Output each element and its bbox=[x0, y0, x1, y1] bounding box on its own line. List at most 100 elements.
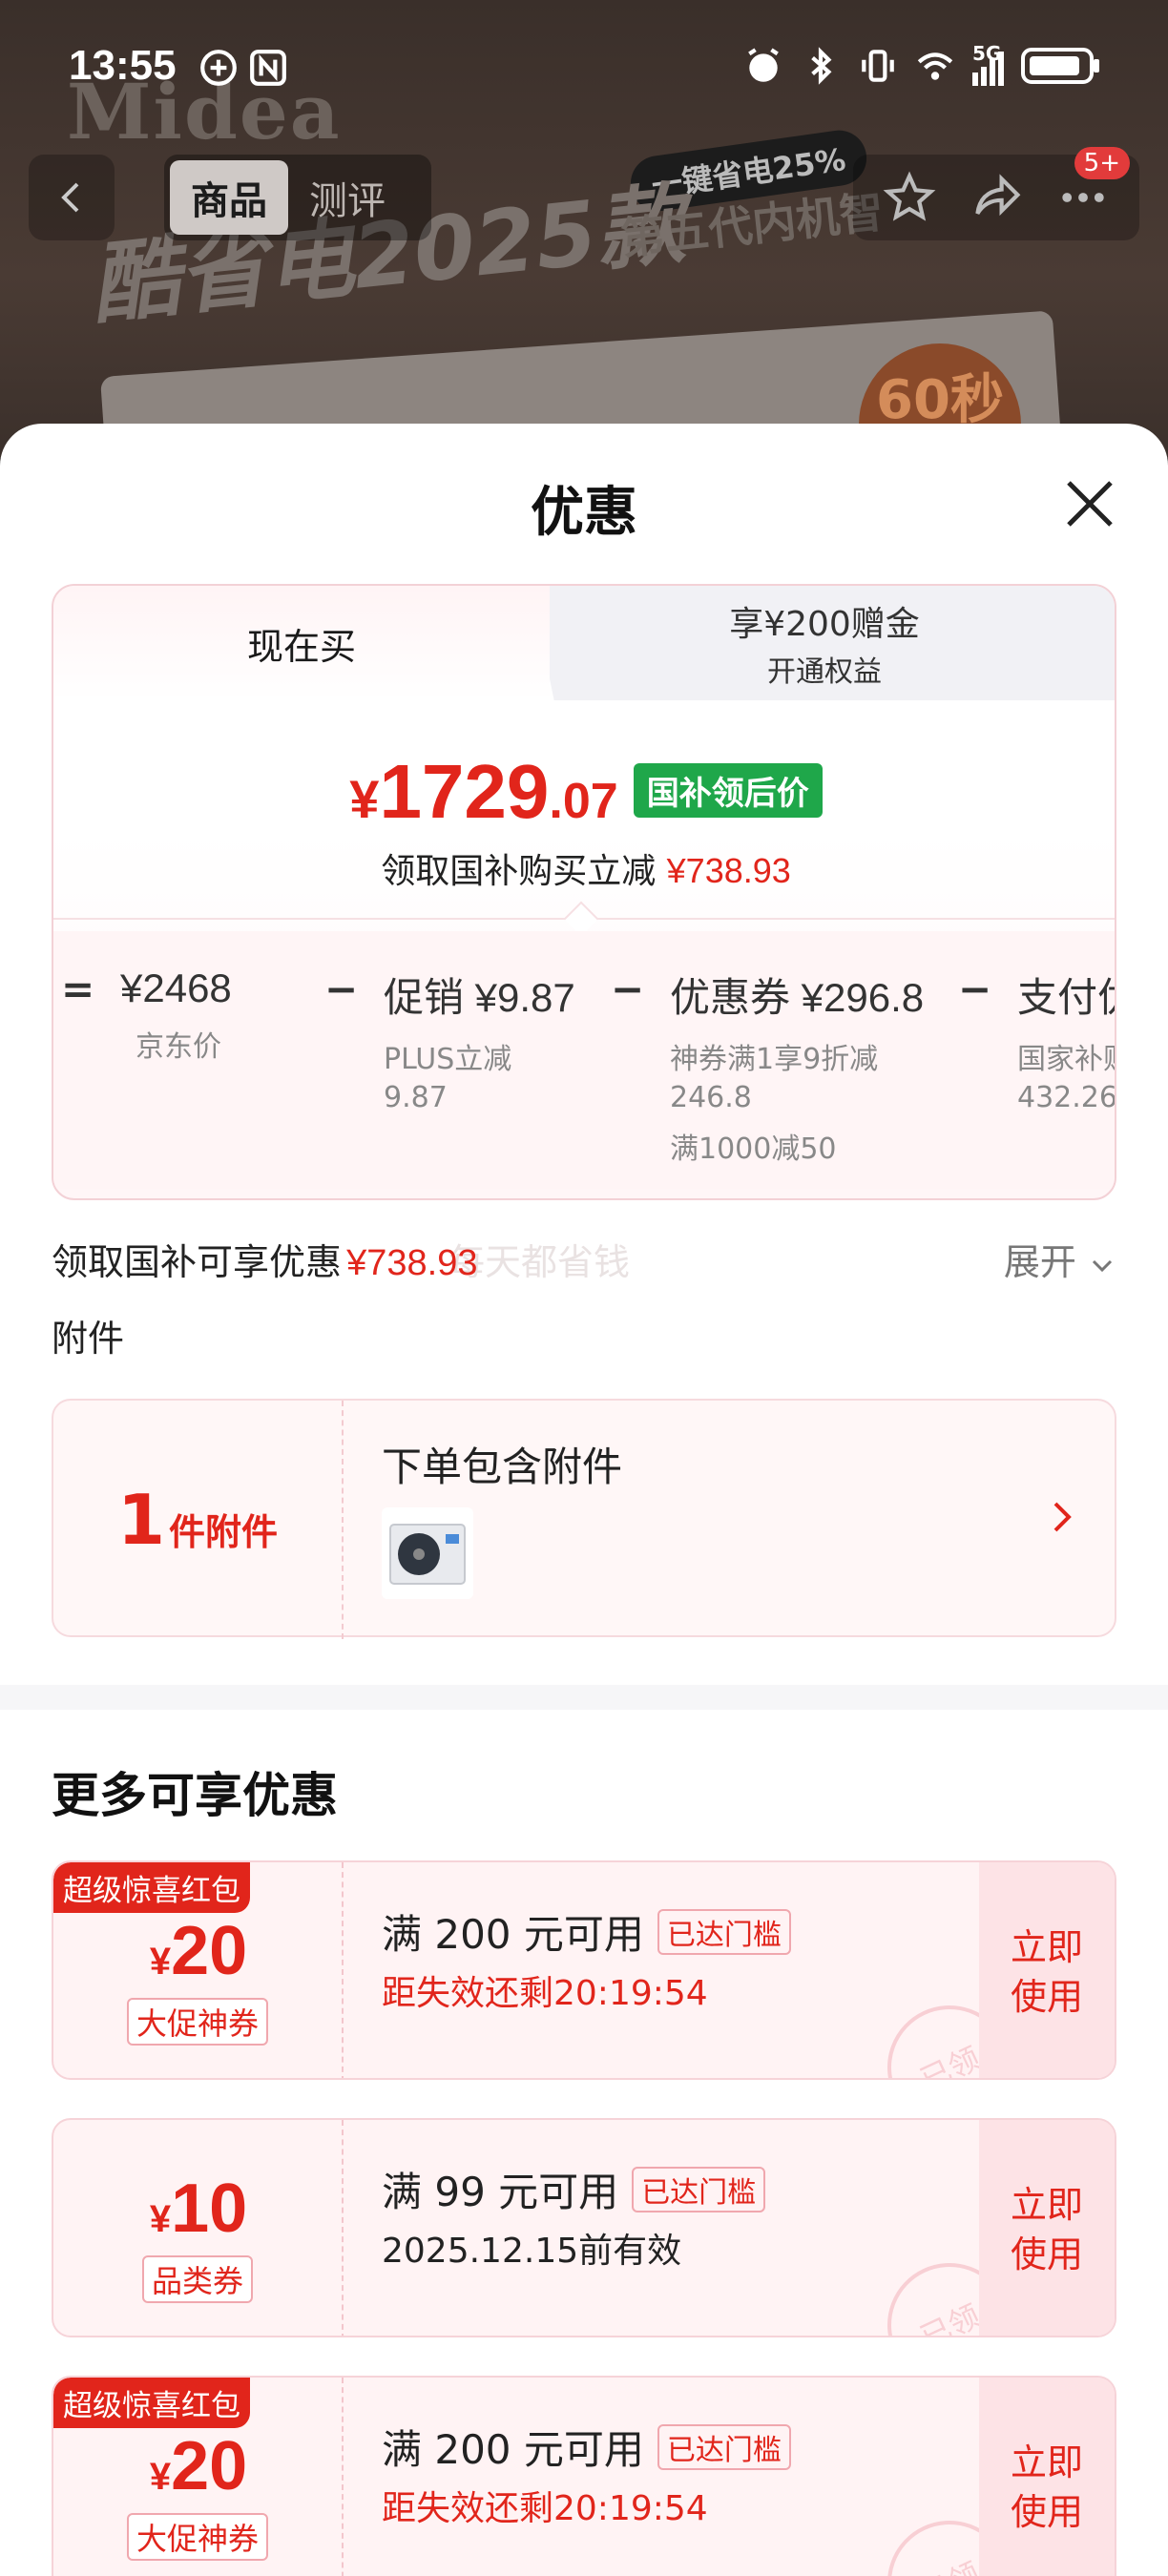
section-divider bbox=[0, 1685, 1168, 1710]
top-nav: 商品 测评 5+ bbox=[0, 147, 1168, 240]
attachment-count-unit: 件附件 bbox=[169, 1510, 279, 1553]
breakdown-desc: PLUS立减 9.87 bbox=[384, 1043, 512, 1114]
expand-label: 展开 bbox=[1003, 1241, 1076, 1283]
attachment-card[interactable]: 1 件附件 下单包含附件 bbox=[52, 1399, 1116, 1639]
coupon-kind: 大促神券 bbox=[126, 2513, 269, 2561]
coupon-value: 20 bbox=[171, 1913, 248, 1989]
use-now-label: 立即使用 bbox=[1010, 2184, 1083, 2275]
star-icon[interactable] bbox=[883, 171, 936, 224]
wifi-icon bbox=[917, 52, 953, 80]
breakdown-item-promotion: 促销 ¥9.87 PLUS立减 9.87 bbox=[334, 966, 575, 1117]
nav-tabs: 商品 测评 bbox=[164, 155, 431, 240]
breakdown-desc: 神券满1享9折减 246.8 满1000减50 bbox=[670, 1043, 879, 1166]
tab-membership[interactable]: 享¥200赠金 开通权益 bbox=[531, 586, 1115, 700]
coupon-condition-text: 满 200 元可用 bbox=[382, 1911, 644, 1958]
coupon-card: ¥10 品类券 满 99 元可用 已达门槛 2025.12.15前有效 已领 立… bbox=[52, 2118, 1116, 2337]
tab-buy-now[interactable]: 现在买 bbox=[53, 586, 550, 700]
coupon-amount: ¥10 bbox=[53, 2170, 344, 2248]
bluetooth-icon bbox=[811, 47, 832, 85]
tab-membership-title: 享¥200赠金 bbox=[729, 605, 920, 644]
data-saver-icon bbox=[200, 50, 237, 86]
coupon-amount: ¥20 bbox=[53, 2427, 344, 2505]
breakdown-head: 支付优惠 bbox=[1017, 975, 1115, 1020]
cellular-signal-icon: 5G bbox=[972, 42, 1004, 86]
message-badge: 5+ bbox=[1074, 147, 1130, 179]
coupon-currency: ¥ bbox=[149, 2456, 172, 2498]
chevron-down-icon bbox=[1092, 1259, 1113, 1272]
signal-type-label: 5G bbox=[972, 42, 1002, 65]
saving-amount: ¥738.93 bbox=[346, 1243, 478, 1283]
share-icon[interactable] bbox=[970, 171, 1023, 224]
nav-actions: 5+ bbox=[853, 147, 1139, 240]
tab-product[interactable]: 商品 bbox=[170, 160, 288, 235]
use-now-label: 立即使用 bbox=[1010, 1926, 1083, 2018]
breakdown-head: 优惠券 ¥296.8 bbox=[670, 975, 925, 1020]
status-bar: 13:55 5G bbox=[0, 38, 1168, 95]
threshold-reached-badge: 已达门槛 bbox=[657, 1908, 791, 1955]
breakdown-item-coupon: 优惠券 ¥296.8 神券满1享9折减 246.8 满1000减50 bbox=[620, 966, 924, 1169]
use-now-button[interactable]: 立即使用 bbox=[979, 2120, 1115, 2336]
breakdown-head: 促销 ¥9.87 bbox=[384, 975, 575, 1020]
close-icon[interactable] bbox=[1061, 475, 1118, 532]
coupon-kind: 品类券 bbox=[141, 2255, 254, 2303]
chevron-right-icon bbox=[1053, 1502, 1072, 1532]
tab-membership-subtitle: 开通权益 bbox=[767, 655, 882, 689]
attachment-section-label: 附件 bbox=[52, 1318, 125, 1360]
coupon-kind: 大促神券 bbox=[126, 1998, 269, 2046]
vibrate-icon bbox=[862, 50, 894, 82]
price-currency: ¥ bbox=[349, 769, 380, 829]
status-time: 13:55 bbox=[69, 42, 177, 89]
coupon-condition: 满 200 元可用 已达门槛 bbox=[382, 1902, 791, 1961]
coupon-value-panel: ¥10 品类券 bbox=[53, 2120, 344, 2336]
final-price-row: ¥1729.07 国补领后价 bbox=[53, 748, 1115, 836]
coupon-value: 10 bbox=[171, 2171, 248, 2247]
back-button[interactable] bbox=[29, 155, 115, 240]
coupon-ribbon: 超级惊喜红包 bbox=[53, 2378, 250, 2428]
status-right-icons: 5G bbox=[743, 42, 1101, 86]
coupon-expiry: 2025.12.15前有效 bbox=[382, 2232, 682, 2271]
tab-review[interactable]: 测评 bbox=[288, 160, 407, 235]
coupon-value-panel: 超级惊喜红包 ¥20 大促神券 bbox=[53, 1862, 344, 2078]
discount-sheet: 优惠 享¥200赠金 开通权益 现在买 ¥1729.07 国补领后价 领取国补购… bbox=[0, 424, 1168, 2576]
threshold-reached-badge: 已达门槛 bbox=[657, 2423, 791, 2470]
coupon-expiry: 距失效还剩20:19:54 bbox=[382, 2489, 708, 2528]
attachment-title: 下单包含附件 bbox=[382, 1444, 623, 1490]
saving-label: 领取国补可享优惠 bbox=[52, 1241, 343, 1283]
use-now-button[interactable]: 立即使用 bbox=[979, 1862, 1115, 2078]
op-equals: = bbox=[61, 966, 95, 1012]
breakdown-desc: 国家补贴云 432.26 bbox=[1017, 1043, 1116, 1114]
status-left-icons bbox=[198, 48, 288, 88]
coupon-amount: ¥20 bbox=[53, 1912, 344, 1990]
threshold-reached-badge: 已达门槛 bbox=[632, 2166, 766, 2212]
attachment-count: 1 件附件 bbox=[53, 1401, 344, 1639]
breakdown-head: ¥2468 bbox=[120, 966, 232, 1010]
breakdown-desc: 京东价 bbox=[136, 1030, 221, 1064]
coupon-currency: ¥ bbox=[149, 1941, 172, 1983]
coupon-value: 20 bbox=[171, 2428, 248, 2504]
subsidy-price-tag: 国补领后价 bbox=[633, 763, 823, 818]
nfc-icon bbox=[250, 50, 286, 86]
use-now-button[interactable]: 立即使用 bbox=[979, 2378, 1115, 2576]
price-integer: 1729 bbox=[379, 749, 550, 834]
subsidy-saving-row: 领取国补可享优惠 ¥738.93 展开 bbox=[52, 1233, 1116, 1290]
final-price: ¥1729.07 bbox=[349, 748, 617, 836]
coupon-card: 超级惊喜红包 ¥20 大促神券 满 200 元可用 已达门槛 距失效还剩20:1… bbox=[52, 2376, 1116, 2576]
alarm-icon bbox=[748, 48, 779, 82]
battery-icon bbox=[1021, 48, 1099, 84]
outdoor-unit-thumbnail bbox=[382, 1507, 473, 1599]
more-discounts-title: 更多可享优惠 bbox=[52, 1768, 338, 1823]
expand-button[interactable]: 展开 bbox=[1004, 1233, 1116, 1285]
price-breakdown[interactable]: = ¥2468 京东价 − 促销 ¥9.87 PLUS立减 9.87 − 优惠券… bbox=[53, 931, 1116, 1189]
subsidy-savings-amount: ¥738.93 bbox=[666, 851, 791, 890]
price-card: 享¥200赠金 开通权益 现在买 ¥1729.07 国补领后价 领取国补购买立减… bbox=[52, 584, 1116, 1200]
sheet-title: 优惠 bbox=[531, 482, 637, 544]
coupon-condition: 满 99 元可用 已达门槛 bbox=[382, 2160, 766, 2218]
coupon-condition-text: 满 200 元可用 bbox=[382, 2426, 644, 2473]
breakdown-item-jd-price: ¥2468 京东价 bbox=[120, 966, 232, 1067]
outdoor-unit-icon bbox=[389, 1524, 466, 1585]
subsidy-savings-text: 领取国补购买立减 ¥738.93 bbox=[53, 843, 1115, 893]
coupon-card: 超级惊喜红包 ¥20 大促神券 满 200 元可用 已达门槛 距失效还剩20:1… bbox=[52, 1860, 1116, 2080]
coupon-value-panel: 超级惊喜红包 ¥20 大促神券 bbox=[53, 2378, 344, 2576]
subsidy-savings-label: 领取国补购买立减 bbox=[381, 852, 657, 891]
coupon-expiry: 距失效还剩20:19:54 bbox=[382, 1974, 708, 2013]
